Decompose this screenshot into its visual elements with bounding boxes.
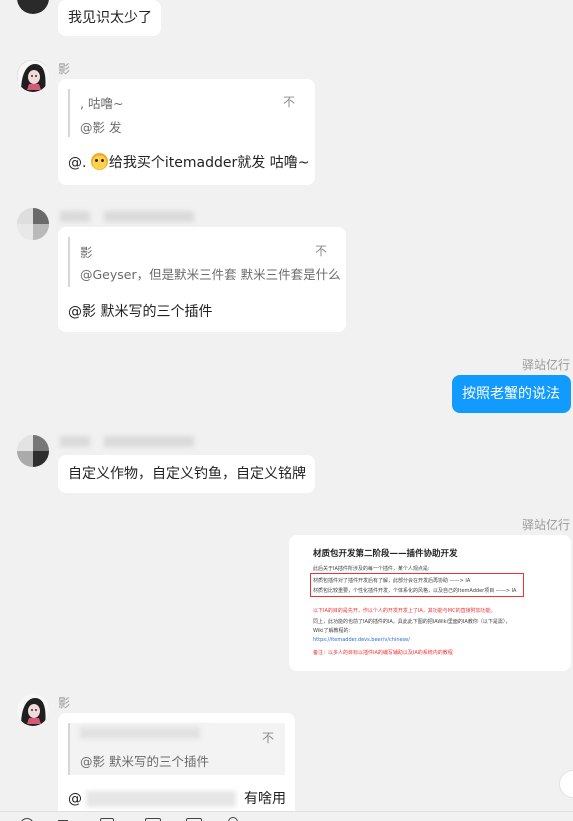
quoted-message[interactable]: 影 @Geyser，但是默米三件套 默米三件套是什么 不: [68, 237, 341, 287]
message-text: 有啥用: [244, 791, 286, 807]
image-message[interactable]: 材质包开发第二阶段——插件协助开发 此后关于IA插件所涉及的每一个插件，某个人观…: [289, 535, 571, 671]
quote-mark-icon: 不: [262, 731, 275, 745]
avatar[interactable]: [17, 208, 49, 240]
document-line: 此后关于IA插件所涉及的每一个插件，某个人观点是:: [313, 566, 430, 572]
emoji-face-icon: [90, 153, 108, 170]
scroll-bottom-button[interactable]: [559, 770, 573, 798]
document-line: 同上，此功能的也前了IA的插件的IA，具此此下图的把IAWiki里面的IA教你（…: [313, 619, 511, 625]
voice-icon[interactable]: [228, 817, 238, 821]
message-text: @. 给我买个itemadder就发 咕噜~: [68, 153, 309, 173]
message-text: @影 默米写的三个插件: [68, 304, 213, 320]
message-text: 按照老蟹的说法: [462, 386, 560, 402]
message-bubble[interactable]: 影 @Geyser，但是默米三件套 默米三件套是什么 不 @影 默米写的三个插件: [58, 227, 346, 332]
quote-text: @Geyser，但是默米三件套 默米三件套是什么: [80, 267, 341, 282]
document-line: 以下IA的目的是先开，作以个人的开发开发上了IA，其功能与MC的直接附加功能。: [313, 608, 496, 614]
message-bubble-self[interactable]: 按照老蟹的说法: [452, 375, 571, 413]
sender-name: 驿站亿行: [521, 358, 570, 372]
document-line: 备注：以多人的目标以插件IA的编写辅助以及IA的系统内的教程: [313, 650, 453, 656]
document-link: https://itemadder.devs.beer/v/chinese/: [313, 637, 410, 643]
document-line: Wiki了解教程的:: [313, 628, 351, 634]
message-bubble[interactable]: @影 默米写的三个插件 不 @ 有啥用: [58, 713, 295, 821]
sender-name: 影: [58, 696, 71, 710]
message-text-prefix: @: [68, 791, 82, 807]
document-title: 材质包开发第二阶段——插件协助开发: [313, 549, 458, 559]
quoted-message[interactable]: @影 默米写的三个插件 不: [68, 723, 285, 775]
mention-blurred: [86, 791, 236, 807]
mention: @.: [68, 155, 91, 171]
quote-text: @影 默米写的三个插件: [80, 754, 209, 769]
sender-name: 影: [58, 62, 71, 76]
quote-mark-icon: 不: [283, 95, 296, 109]
quote-text: @影 发: [80, 120, 122, 135]
message-bubble[interactable]: , 咕噜~ @影 发 不 @. 给我买个itemadder就发 咕噜~: [58, 79, 315, 185]
avatar[interactable]: [17, 0, 49, 14]
sender-name: 驿站亿行: [521, 518, 570, 532]
document-line: 材质包比较重要，个性化插件开发，个体系化的风格，以及自己的ItemAdder项目…: [313, 588, 517, 594]
document-line: 材质包插件对了插件开发后有了解，此部分会在开发后再协助 ——> IA: [313, 578, 471, 584]
message-text: 自定义作物，自定义钓鱼，自定义铭牌: [68, 466, 306, 482]
message-text-body: 给我买个itemadder就发 咕噜~: [108, 155, 310, 171]
message-text: 我见识太少了: [68, 10, 152, 26]
quoted-message[interactable]: , 咕噜~ @影 发 不: [68, 89, 306, 137]
avatar-image: [17, 60, 49, 92]
avatar-image: [17, 694, 49, 726]
quote-mark-icon: 不: [315, 244, 328, 258]
avatar[interactable]: [17, 435, 49, 467]
quote-sender-blurred: [80, 727, 200, 739]
quote-text: 影: [80, 245, 93, 260]
message-bubble[interactable]: 自定义作物，自定义钓鱼，自定义铭牌: [58, 455, 315, 493]
sender-name-blurred: [104, 211, 194, 222]
sender-name-blurred: [60, 211, 90, 222]
message-bubble[interactable]: 我见识太少了: [58, 0, 161, 36]
quote-text: , 咕噜~: [80, 96, 124, 111]
avatar[interactable]: [17, 60, 49, 92]
input-toolbar: [0, 811, 573, 821]
avatar[interactable]: [17, 694, 49, 726]
sender-name-blurred: [60, 436, 90, 447]
sender-name-blurred: [104, 436, 194, 447]
